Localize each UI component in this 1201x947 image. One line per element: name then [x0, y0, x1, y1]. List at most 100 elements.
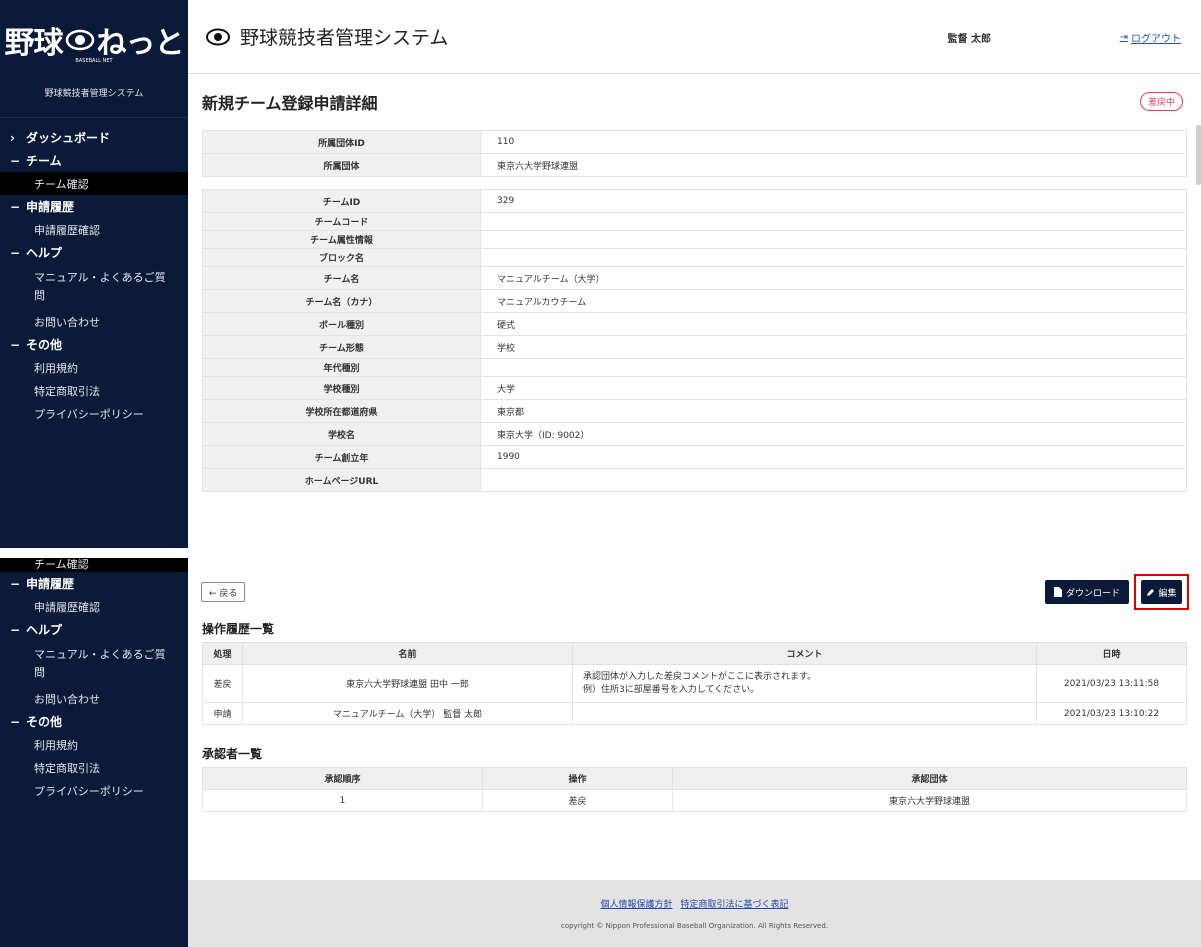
field-value: 東京都 — [480, 399, 1187, 423]
table-row: チーム名（カナ） マニュアルカウチーム — [202, 289, 1187, 313]
pencil-icon — [1147, 588, 1155, 596]
team-info-table: チームID 329 チームコード チーム属性情報 ブロック名 チーム名 マニュアルチ… — [202, 189, 1187, 492]
field-value — [480, 230, 1187, 249]
nav-label: お問い合わせ — [34, 692, 100, 706]
history-name: 東京六大学野球連盟 田中 一郎 — [242, 664, 573, 703]
footer-links: 個人情報保護方針 特定商取引法に基づく表記 — [600, 897, 788, 910]
history-comment: 承認団体が入力した差戻コメントがここに表示されます。 例）住所3に部屋番号を入力… — [572, 664, 1037, 703]
nav-label: チーム — [26, 154, 62, 168]
logo-text-right: ねっと — [96, 26, 185, 61]
org-info-table: 所属団体ID 110 所属団体 東京六大学野球連盟 — [202, 130, 1187, 177]
header: 野球競技者管理システム 監督 太郎 ⇥ ログアウト — [188, 0, 1201, 74]
privacy-policy-link[interactable]: 個人情報保護方針 — [600, 897, 672, 910]
nav-dashboard[interactable]: › ダッシュボード — [0, 126, 188, 149]
table-row: 学校名 東京大学（ID: 9002） — [202, 422, 1187, 446]
history-name: マニュアルチーム（大学） 監督 太郎 — [242, 702, 573, 725]
nav-group-help[interactable]: − ヘルプ — [0, 241, 188, 264]
logo[interactable]: 野球 ねっと — [5, 18, 185, 62]
field-value: 大学 — [480, 376, 1187, 400]
table-row: チーム創立年 1990 — [202, 445, 1187, 469]
scrollbar[interactable] — [1196, 125, 1201, 185]
table-header-row: 処理 名前 コメント 日時 — [202, 642, 1187, 665]
field-key: チームID — [202, 189, 481, 213]
footer: 個人情報保護方針 特定商取引法に基づく表記 copyright © Nippon… — [188, 880, 1201, 947]
nav-team-confirm[interactable]: チーム確認 — [0, 558, 188, 572]
history-action: 申請 — [202, 702, 243, 725]
edit-button[interactable]: 編集 — [1141, 580, 1182, 604]
field-key: ホームページURL — [202, 468, 481, 492]
nav-privacy[interactable]: プライバシーポリシー — [0, 402, 188, 425]
nav-commerce-law[interactable]: 特定商取引法 — [0, 379, 188, 402]
field-value — [480, 212, 1187, 231]
download-label: ダウンロード — [1065, 588, 1120, 599]
field-key: ブロック名 — [202, 248, 481, 267]
nav-group-other[interactable]: − その他 — [0, 710, 188, 733]
history-table: 処理 名前 コメント 日時 差戻 東京六大学野球連盟 田中 一郎 承認団体が入力… — [202, 642, 1187, 725]
field-key: チーム名 — [202, 266, 481, 290]
nav-privacy[interactable]: プライバシーポリシー — [0, 779, 188, 802]
commerce-law-link[interactable]: 特定商取引法に基づく表記 — [681, 897, 789, 910]
nav-history-confirm[interactable]: 申請履歴確認 — [0, 218, 188, 241]
nav-group-team[interactable]: − チーム — [0, 149, 188, 172]
history-action: 差戻 — [202, 664, 243, 703]
nav-label: その他 — [26, 715, 63, 729]
nav-label: ヘルプ — [26, 246, 63, 260]
nav-contact[interactable]: お問い合わせ — [0, 310, 188, 333]
logout-icon: ⇥ — [1119, 32, 1128, 43]
logout-link[interactable]: ⇥ ログアウト — [1120, 30, 1181, 45]
table-row: ボール種別 硬式 — [202, 312, 1187, 336]
history-date: 2021/03/23 13:11:58 — [1036, 664, 1187, 703]
table-row: ブロック名 — [202, 248, 1187, 267]
nav-contact[interactable]: お問い合わせ — [0, 687, 188, 710]
table-row: 申請 マニュアルチーム（大学） 監督 太郎 2021/03/23 13:10:2… — [202, 702, 1187, 725]
sidebar: 野球 ねっと BASEBALL NET 野球競技者管理システム › ダッシュボード… — [0, 0, 188, 548]
nav-label: 申請履歴 — [26, 200, 75, 214]
table-row: チームID 329 — [202, 189, 1187, 213]
field-value: 硬式 — [480, 312, 1187, 336]
nav-history-confirm[interactable]: 申請履歴確認 — [0, 595, 188, 618]
sidebar-lower: チーム確認 − 申請履歴 申請履歴確認 − ヘルプ マニュアル・よくあるご質問 お問… — [0, 558, 188, 947]
back-button[interactable]: ← 戻る — [201, 582, 246, 602]
field-key: チーム属性情報 — [202, 230, 481, 249]
nav-group-history[interactable]: − 申請履歴 — [0, 572, 188, 595]
minus-icon: − — [10, 337, 21, 352]
page-title-row: 新規チーム登録申請詳細 差戻中 — [188, 74, 1201, 130]
table-row: 学校種別 大学 — [202, 376, 1187, 400]
field-key: 年代種別 — [202, 358, 481, 377]
nav-label: 申請履歴 — [26, 577, 75, 591]
nav-terms[interactable]: 利用規約 — [0, 356, 188, 379]
field-key: チーム形態 — [202, 335, 481, 359]
nav-label: 申請履歴確認 — [34, 223, 100, 237]
eye-logo-icon — [65, 29, 94, 51]
field-key: チームコード — [202, 212, 481, 231]
field-key: チーム名（カナ） — [202, 289, 481, 313]
nav-terms[interactable]: 利用規約 — [0, 733, 188, 756]
approver-op: 差戻 — [482, 789, 673, 812]
nav-label: その他 — [26, 338, 63, 352]
edit-label: 編集 — [1158, 588, 1177, 599]
minus-icon: − — [10, 199, 21, 214]
nav-label: マニュアル・よくあるご質問 — [34, 271, 166, 302]
field-key: 学校所在都道府県 — [202, 399, 481, 423]
field-key: 所属団体 — [202, 153, 481, 177]
field-key: 学校種別 — [202, 376, 481, 400]
field-key: チーム創立年 — [202, 445, 481, 469]
chevron-right-icon: › — [10, 130, 15, 145]
sidebar-logo-area: 野球 ねっと BASEBALL NET 野球競技者管理システム — [0, 0, 188, 118]
table-row: チーム属性情報 — [202, 230, 1187, 249]
file-icon — [1053, 587, 1062, 597]
main-top: 野球競技者管理システム 監督 太郎 ⇥ ログアウト 新規チーム登録申請詳細 差戻… — [188, 0, 1201, 548]
column-header: 承認団体 — [672, 767, 1187, 790]
nav-manual-faq[interactable]: マニュアル・よくあるご質問 — [0, 264, 188, 310]
field-value — [480, 358, 1187, 377]
download-button[interactable]: ダウンロード — [1045, 580, 1129, 604]
nav-group-help[interactable]: − ヘルプ — [0, 618, 188, 641]
minus-icon: − — [10, 622, 21, 637]
nav-group-history[interactable]: − 申請履歴 — [0, 195, 188, 218]
nav-manual-faq[interactable]: マニュアル・よくあるご質問 — [0, 641, 188, 687]
nav-team-confirm[interactable]: チーム確認 — [0, 172, 188, 195]
nav-commerce-law[interactable]: 特定商取引法 — [0, 756, 188, 779]
table-row: 学校所在都道府県 東京都 — [202, 399, 1187, 423]
column-header: 承認順序 — [202, 767, 483, 790]
nav-group-other[interactable]: − その他 — [0, 333, 188, 356]
